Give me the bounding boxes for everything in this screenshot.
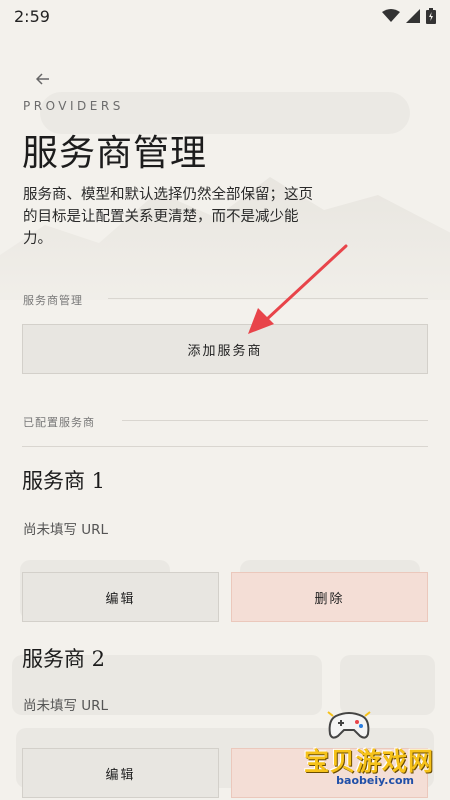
back-button[interactable] <box>32 68 54 90</box>
battery-icon <box>426 8 436 24</box>
edit-provider-button[interactable]: 编辑 <box>22 572 219 622</box>
watermark-domain: baobeiy.com <box>336 774 414 787</box>
status-bar: 2:59 <box>0 0 450 32</box>
divider <box>122 420 428 421</box>
wifi-icon <box>382 9 400 23</box>
edit-provider-button[interactable]: 编辑 <box>22 748 219 798</box>
section-label-manage: 服务商管理 <box>23 294 83 307</box>
provider-name: 服务商 1 <box>22 469 106 493</box>
provider-url-status: 尚未填写 URL <box>23 698 109 714</box>
delete-provider-button[interactable]: 删除 <box>231 572 428 622</box>
annotation-arrow-icon <box>240 242 352 342</box>
page-title: 服务商管理 <box>22 133 208 174</box>
signal-icon <box>406 9 420 23</box>
watermark-text: 宝贝游戏网 <box>303 747 434 776</box>
arrow-left-icon <box>35 70 50 89</box>
divider <box>22 446 428 447</box>
provider-url-status: 尚未填写 URL <box>23 522 109 538</box>
add-provider-button[interactable]: 添加服务商 <box>22 324 428 374</box>
section-label-configured: 已配置服务商 <box>23 416 95 429</box>
background-app-ghost <box>0 0 450 800</box>
page-description: 服务商、模型和默认选择仍然全部保留；这页的目标是让配置关系更清楚，而不是减少能力… <box>23 187 313 247</box>
gamepad-icon <box>326 708 372 746</box>
status-time: 2:59 <box>14 6 50 26</box>
page-eyebrow: PROVIDERS <box>23 99 124 113</box>
status-icons <box>382 8 436 24</box>
provider-name: 服务商 2 <box>22 647 106 671</box>
watermark-logo: 宝贝游戏网 baobeiy.com <box>274 706 444 794</box>
